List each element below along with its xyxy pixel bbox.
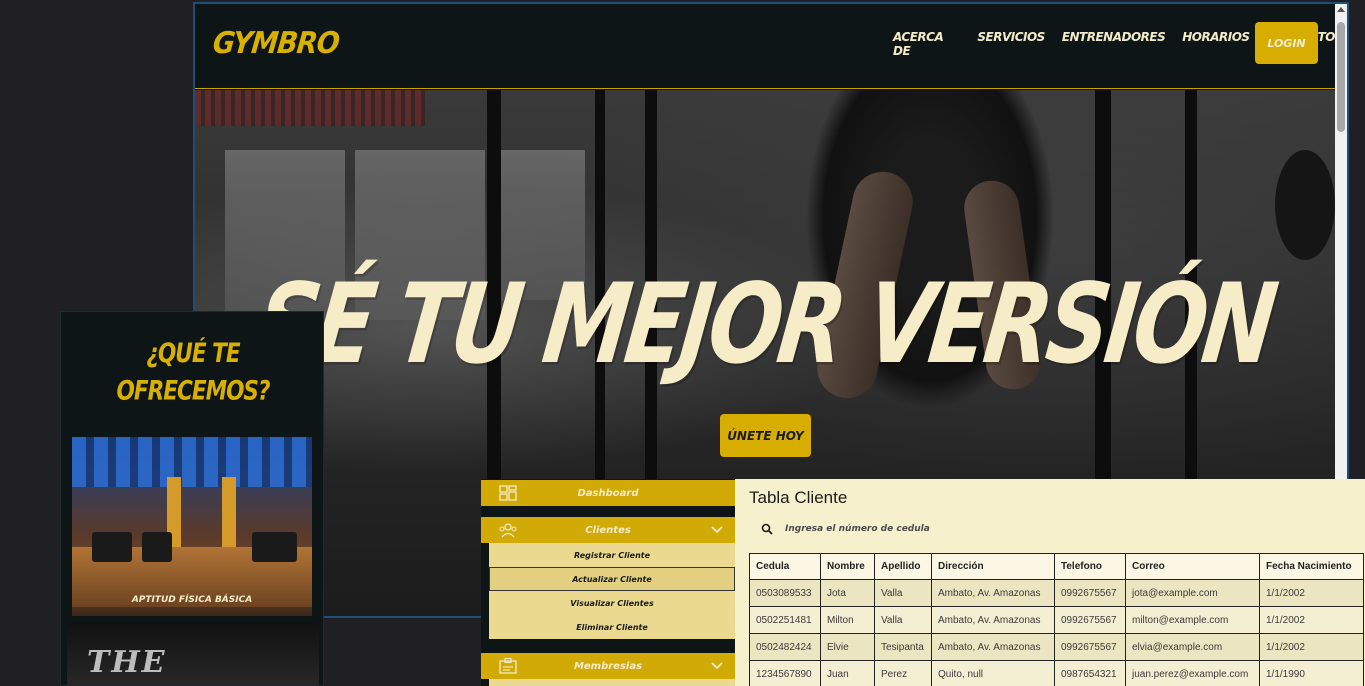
cell-apellido: Valla: [874, 579, 932, 607]
cell-nombre: Elvie: [820, 633, 875, 661]
gym-photo-machine: [252, 532, 297, 562]
offer-panel: ¿QUÉ TE OFRECEMOS? APTITUD FÍSICA BÁSICA…: [60, 311, 324, 686]
offer-title-line1: ¿QUÉ TE: [146, 337, 240, 369]
membresias-submenu: [489, 679, 735, 686]
cedula-search[interactable]: Ingresa el número de cedula: [761, 523, 930, 535]
scroll-up-icon[interactable]: [1337, 7, 1345, 12]
cell-apellido: Perez: [874, 660, 932, 686]
client-table-panel: Tabla Cliente Ingresa el número de cedul…: [735, 479, 1365, 686]
cell-correo: jota@example.com: [1125, 579, 1260, 607]
column-header: Telefono: [1054, 553, 1126, 580]
chevron-down-icon[interactable]: [711, 659, 723, 671]
scrollbar-thumb[interactable]: [1337, 22, 1345, 132]
cell-apellido: Valla: [874, 606, 932, 634]
users-icon: [499, 523, 517, 538]
table-title: Tabla Cliente: [749, 488, 848, 507]
clientes-submenu: Registrar Cliente Actualizar Cliente Vis…: [489, 543, 735, 639]
cell-apellido: Tesipanta: [874, 633, 932, 661]
table-row[interactable]: 0502482424 Elvie Tesipanta Ambato, Av. A…: [749, 633, 1364, 661]
membership-card-icon: [499, 658, 517, 674]
nav-entrenadores[interactable]: ENTRENADORES: [1062, 30, 1166, 58]
cell-cedula: 1234567890: [749, 660, 821, 686]
search-input[interactable]: Ingresa el número de cedula: [785, 524, 930, 534]
submenu-visualizar-clientes[interactable]: Visualizar Clientes: [489, 591, 735, 615]
offer-card2-sign: THE: [87, 645, 167, 680]
sidebar-item-dashboard[interactable]: Dashboard: [481, 480, 735, 506]
sidebar-item-clientes[interactable]: Clientes: [481, 517, 735, 543]
offer-title-line2: OFRECEMOS?: [116, 375, 270, 407]
nav-servicios[interactable]: SERVICIOS: [977, 30, 1045, 58]
admin-sidebar: Dashboard Clientes Registrar Cliente Act…: [481, 479, 735, 686]
cell-direccion: Ambato, Av. Amazonas: [931, 633, 1055, 661]
offer-card-basic-fitness[interactable]: APTITUD FÍSICA BÁSICA: [72, 437, 312, 616]
submenu-registrar-cliente[interactable]: Registrar Cliente: [489, 543, 735, 567]
submenu-eliminar-cliente[interactable]: Eliminar Cliente: [489, 615, 735, 639]
cell-fecha: 1/1/2002: [1259, 633, 1364, 661]
search-icon: [761, 523, 773, 535]
sidebar-dashboard-label: Dashboard: [577, 487, 639, 499]
sidebar-membresias-label: Membresias: [573, 660, 643, 672]
column-header: Nombre: [820, 553, 875, 580]
cell-fecha: 1/1/2002: [1259, 579, 1364, 607]
offer-card-label: APTITUD FÍSICA BÁSICA: [131, 595, 253, 605]
column-header: Fecha Nacimiento: [1259, 553, 1364, 580]
cell-correo: milton@example.com: [1125, 606, 1260, 634]
hero-weight-plate: [1275, 150, 1335, 260]
site-logo[interactable]: GYMBRO: [211, 26, 340, 61]
gym-photo-machine: [142, 532, 172, 562]
table-row[interactable]: 0503089533 Jota Valla Ambato, Av. Amazon…: [749, 579, 1364, 607]
cell-fecha: 1/1/1990: [1259, 660, 1364, 686]
chevron-down-icon[interactable]: [711, 523, 723, 535]
submenu-actualizar-cliente[interactable]: Actualizar Cliente: [489, 567, 735, 591]
nav-horarios[interactable]: HORARIOS: [1182, 30, 1250, 58]
column-header: Correo: [1125, 553, 1260, 580]
cell-telefono: 0992675567: [1054, 633, 1126, 661]
cell-direccion: Ambato, Av. Amazonas: [931, 579, 1055, 607]
login-button[interactable]: LOGIN: [1255, 22, 1318, 64]
column-header: Apellido: [874, 553, 932, 580]
sidebar-item-membresias[interactable]: Membresias: [481, 653, 735, 679]
gym-photo-machine: [92, 532, 132, 562]
sidebar-clientes-label: Clientes: [585, 524, 631, 536]
cell-nombre: Juan: [820, 660, 875, 686]
cell-cedula: 0502482424: [749, 633, 821, 661]
table-header-row: Cedula Nombre Apellido Dirección Telefon…: [749, 553, 1364, 580]
column-header: Cedula: [749, 553, 821, 580]
cell-fecha: 1/1/2002: [1259, 606, 1364, 634]
cell-cedula: 0503089533: [749, 579, 821, 607]
join-button[interactable]: ÚNETE HOY: [720, 414, 811, 457]
table-row[interactable]: 0502251481 Milton Valla Ambato, Av. Amaz…: [749, 606, 1364, 634]
offer-title: ¿QUÉ TE OFRECEMOS?: [61, 335, 323, 410]
gym-photo-pillar: [222, 477, 236, 557]
cell-direccion: Quito, null: [931, 660, 1055, 686]
clients-table: Cedula Nombre Apellido Dirección Telefon…: [749, 553, 1364, 686]
cell-telefono: 0992675567: [1054, 579, 1126, 607]
cell-cedula: 0502251481: [749, 606, 821, 634]
hero-background-detail: [195, 90, 425, 126]
nav-acerca-de[interactable]: ACERCA DE: [893, 30, 960, 58]
cell-telefono: 0992675567: [1054, 606, 1126, 634]
cell-telefono: 0987654321: [1054, 660, 1126, 686]
column-header: Dirección: [931, 553, 1055, 580]
cell-correo: elvia@example.com: [1125, 633, 1260, 661]
cell-nombre: Milton: [820, 606, 875, 634]
table-row[interactable]: 1234567890 Juan Perez Quito, null 098765…: [749, 660, 1364, 686]
offer-card-second[interactable]: THE: [67, 623, 319, 685]
cell-nombre: Jota: [820, 579, 875, 607]
hero-title: SÉ TU MEJOR VERSIÓN: [250, 259, 1280, 389]
dashboard-icon: [499, 485, 517, 501]
site-header: GYMBRO ACERCA DE SERVICIOS ENTRENADORES …: [195, 4, 1336, 89]
gym-photo-ceiling: [72, 437, 312, 487]
cell-direccion: Ambato, Av. Amazonas: [931, 606, 1055, 634]
cell-correo: juan.perez@example.com: [1125, 660, 1260, 686]
